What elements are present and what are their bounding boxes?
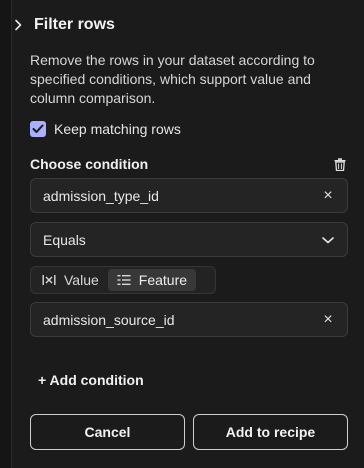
keep-matching-row[interactable]: Keep matching rows bbox=[30, 118, 181, 140]
clear-column-icon[interactable]: × bbox=[321, 187, 335, 205]
delete-condition-button[interactable] bbox=[332, 156, 348, 172]
mode-value-label: Value bbox=[64, 272, 99, 288]
left-rail bbox=[0, 0, 12, 468]
compare-mode-toggle: Value Feature bbox=[30, 266, 216, 294]
mode-feature-option[interactable]: Feature bbox=[107, 269, 197, 291]
chevron-right-icon bbox=[15, 19, 22, 31]
add-to-recipe-button[interactable]: Add to recipe bbox=[193, 414, 348, 450]
panel-title: Filter rows bbox=[34, 16, 115, 33]
panel-description: Remove the rows in your dataset accordin… bbox=[30, 52, 315, 106]
compare-feature-value: admission_source_id bbox=[43, 311, 175, 328]
cancel-button[interactable]: Cancel bbox=[30, 414, 185, 450]
operator-value: Equals bbox=[43, 231, 86, 248]
panel-header: Filter rows bbox=[12, 8, 115, 42]
keep-matching-label: Keep matching rows bbox=[54, 121, 181, 137]
list-icon bbox=[117, 275, 131, 285]
add-condition-button[interactable]: + Add condition bbox=[38, 370, 144, 390]
column-select-value: admission_type_id bbox=[43, 187, 159, 204]
condition-header: Choose condition bbox=[30, 154, 348, 174]
operator-dropdown[interactable]: Equals bbox=[30, 222, 348, 257]
collapse-button[interactable] bbox=[6, 13, 30, 37]
trash-icon bbox=[334, 157, 346, 171]
add-condition-label: + Add condition bbox=[38, 372, 144, 388]
filter-rows-panel: Filter rows Remove the rows in your data… bbox=[12, 0, 364, 468]
mode-feature-label: Feature bbox=[138, 272, 188, 288]
column-select-field[interactable]: admission_type_id × bbox=[30, 178, 348, 213]
keep-matching-checkbox[interactable] bbox=[30, 121, 46, 137]
condition-heading: Choose condition bbox=[30, 156, 149, 172]
checkmark-icon bbox=[32, 124, 44, 133]
clear-compare-icon[interactable]: × bbox=[321, 311, 335, 329]
chevron-down-icon bbox=[322, 236, 334, 243]
compare-feature-field[interactable]: admission_source_id × bbox=[30, 302, 348, 337]
value-icon bbox=[42, 275, 56, 285]
mode-value-option[interactable]: Value bbox=[33, 269, 108, 291]
